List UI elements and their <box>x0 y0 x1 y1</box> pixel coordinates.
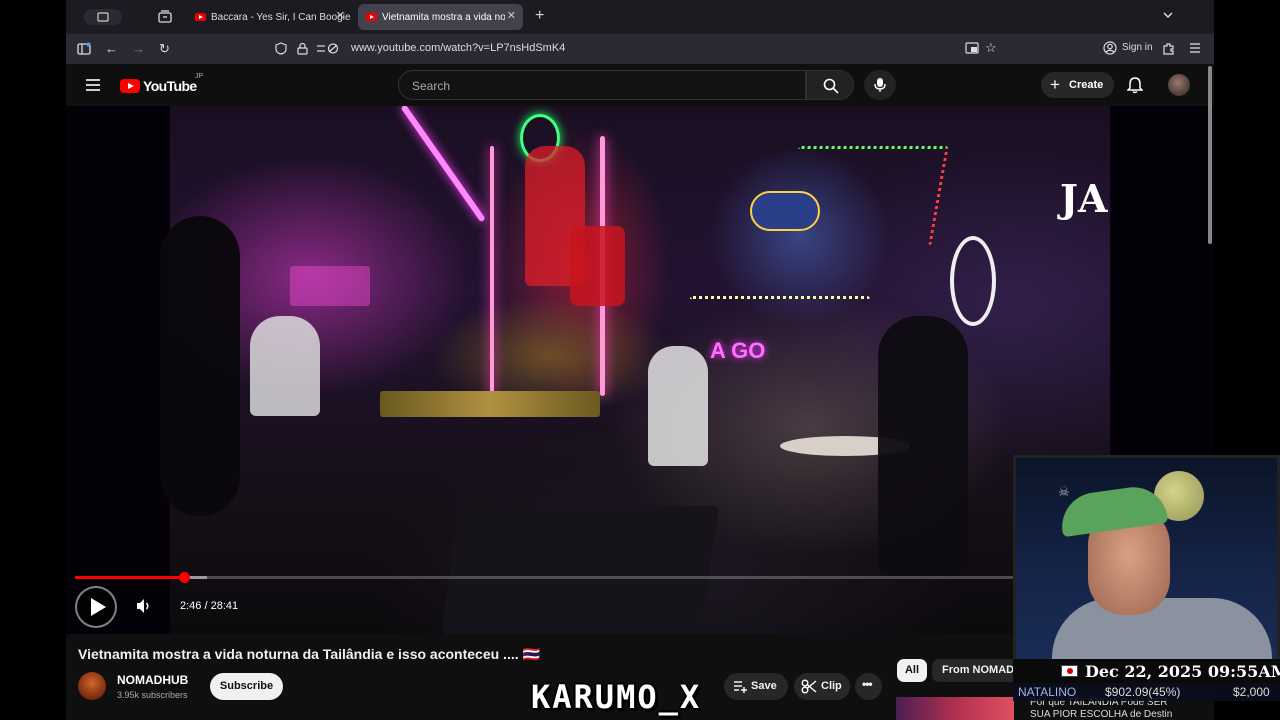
tab-label: Baccara - Yes Sir, I Can Boogie <box>211 11 351 23</box>
chevron-down-icon[interactable] <box>1162 9 1174 23</box>
tab-label: Vietnamita mostra a vida noturna <box>382 11 510 23</box>
skull-icon: ☠ <box>1058 484 1070 499</box>
tab-baccara[interactable]: Baccara - Yes Sir, I Can Boogie ✕ <box>187 4 352 30</box>
back-icon[interactable]: ← <box>105 42 118 55</box>
youtube-favicon-icon <box>195 13 206 21</box>
datetime-text: Dec 22, 2025 09:55AM <box>1085 662 1280 681</box>
tab-manager-icon[interactable] <box>158 10 172 29</box>
bookmark-star-icon[interactable]: ☆ <box>985 41 997 54</box>
picture-in-picture-icon[interactable] <box>965 42 979 57</box>
scissors-icon <box>801 679 817 697</box>
menu-icon[interactable] <box>1189 42 1201 56</box>
clip-label: Clip <box>821 680 842 692</box>
video-title: Vietnamita mostra a vida noturna da Tail… <box>78 646 540 662</box>
more-horizontal-icon: ••• <box>862 677 873 691</box>
donation-amount: $902.09(45%) <box>1105 685 1181 699</box>
video-frame: JA A GO <box>160 106 1110 634</box>
reload-icon[interactable]: ↻ <box>159 42 170 55</box>
microphone-icon <box>874 77 886 98</box>
create-button[interactable]: + Create <box>1041 72 1114 98</box>
permissions-icon[interactable] <box>316 42 340 57</box>
forward-icon[interactable]: → <box>132 42 145 55</box>
youtube-play-icon <box>120 79 140 93</box>
youtube-header: YouTube JP Search + Create <box>66 64 1214 106</box>
region-code: JP <box>195 73 204 80</box>
navigation-toolbar: ← → ↻ www.youtube.com/watch?v=LP7nsHdSmK… <box>66 34 1214 64</box>
more-actions-button[interactable]: ••• <box>855 673 882 700</box>
donor-name: NATALINO <box>1018 685 1077 699</box>
plus-icon: + <box>1050 75 1060 94</box>
extensions-icon[interactable] <box>1162 42 1175 57</box>
url-bar[interactable]: www.youtube.com/watch?v=LP7nsHdSmK4 ☆ <box>271 37 997 61</box>
channel-avatar[interactable] <box>78 672 106 700</box>
donation-goal: $2,000 <box>1233 685 1270 699</box>
url-text: www.youtube.com/watch?v=LP7nsHdSmK4 <box>351 42 566 54</box>
youtube-wordmark: YouTube <box>143 78 197 94</box>
voice-search-button[interactable] <box>864 70 896 100</box>
page-scrollbar-thumb[interactable] <box>1208 66 1212 244</box>
tracking-protection-icon[interactable] <box>275 42 287 57</box>
tab-overview-icon[interactable] <box>84 9 122 25</box>
user-avatar[interactable] <box>1168 74 1190 96</box>
search-button[interactable] <box>806 70 854 100</box>
next-video-thumbnail[interactable] <box>896 697 1014 720</box>
save-label: Save <box>751 680 777 692</box>
progress-fill <box>75 576 184 579</box>
streamer-watermark: KARUMO_X <box>531 678 702 716</box>
sign-in-button[interactable]: Sign in <box>1098 39 1158 59</box>
save-button[interactable]: Save <box>724 673 788 700</box>
play-button[interactable] <box>75 586 117 628</box>
progress-scrubber[interactable] <box>178 572 190 583</box>
tab-bar: Baccara - Yes Sir, I Can Boogie ✕ Vietna… <box>66 0 1214 34</box>
create-label: Create <box>1069 79 1104 91</box>
next-video-title-line2: SUA PIOR ESCOLHA de Destin <box>1030 709 1173 720</box>
play-icon <box>91 598 106 616</box>
close-tab-icon[interactable]: ✕ <box>336 9 345 22</box>
japan-flag-icon <box>1061 665 1078 677</box>
new-tab-icon[interactable]: + <box>535 8 544 24</box>
search-input[interactable]: Search <box>398 70 806 100</box>
notifications-bell-icon[interactable] <box>1126 76 1144 99</box>
volume-icon[interactable] <box>136 598 152 619</box>
save-icon <box>733 679 747 696</box>
streamer-body <box>1052 598 1272 668</box>
subscriber-count: 3.95k subscribers <box>117 690 188 700</box>
time-display: 2:46 / 28:41 <box>180 600 239 612</box>
channel-name[interactable]: NOMADHUB <box>117 673 188 687</box>
clip-button[interactable]: Clip <box>794 673 850 700</box>
tab-vietnamita[interactable]: Vietnamita mostra a vida noturna ✕ <box>358 4 523 30</box>
close-tab-icon[interactable]: ✕ <box>504 9 516 22</box>
sign-in-label: Sign in <box>1122 42 1153 53</box>
search-icon <box>823 78 839 99</box>
chip-all[interactable]: All <box>897 659 927 682</box>
sidebar-icon[interactable] <box>77 42 91 58</box>
account-icon <box>1103 41 1117 58</box>
youtube-favicon-icon <box>366 13 377 21</box>
lock-icon[interactable] <box>297 42 308 57</box>
subscribe-button[interactable]: Subscribe <box>210 673 283 700</box>
hamburger-menu-icon[interactable] <box>86 78 100 96</box>
chip-from-channel[interactable]: From NOMADHUB <box>932 659 1022 682</box>
donation-stats-bar: NATALINO $902.09(45%) $2,000 <box>1013 683 1280 701</box>
